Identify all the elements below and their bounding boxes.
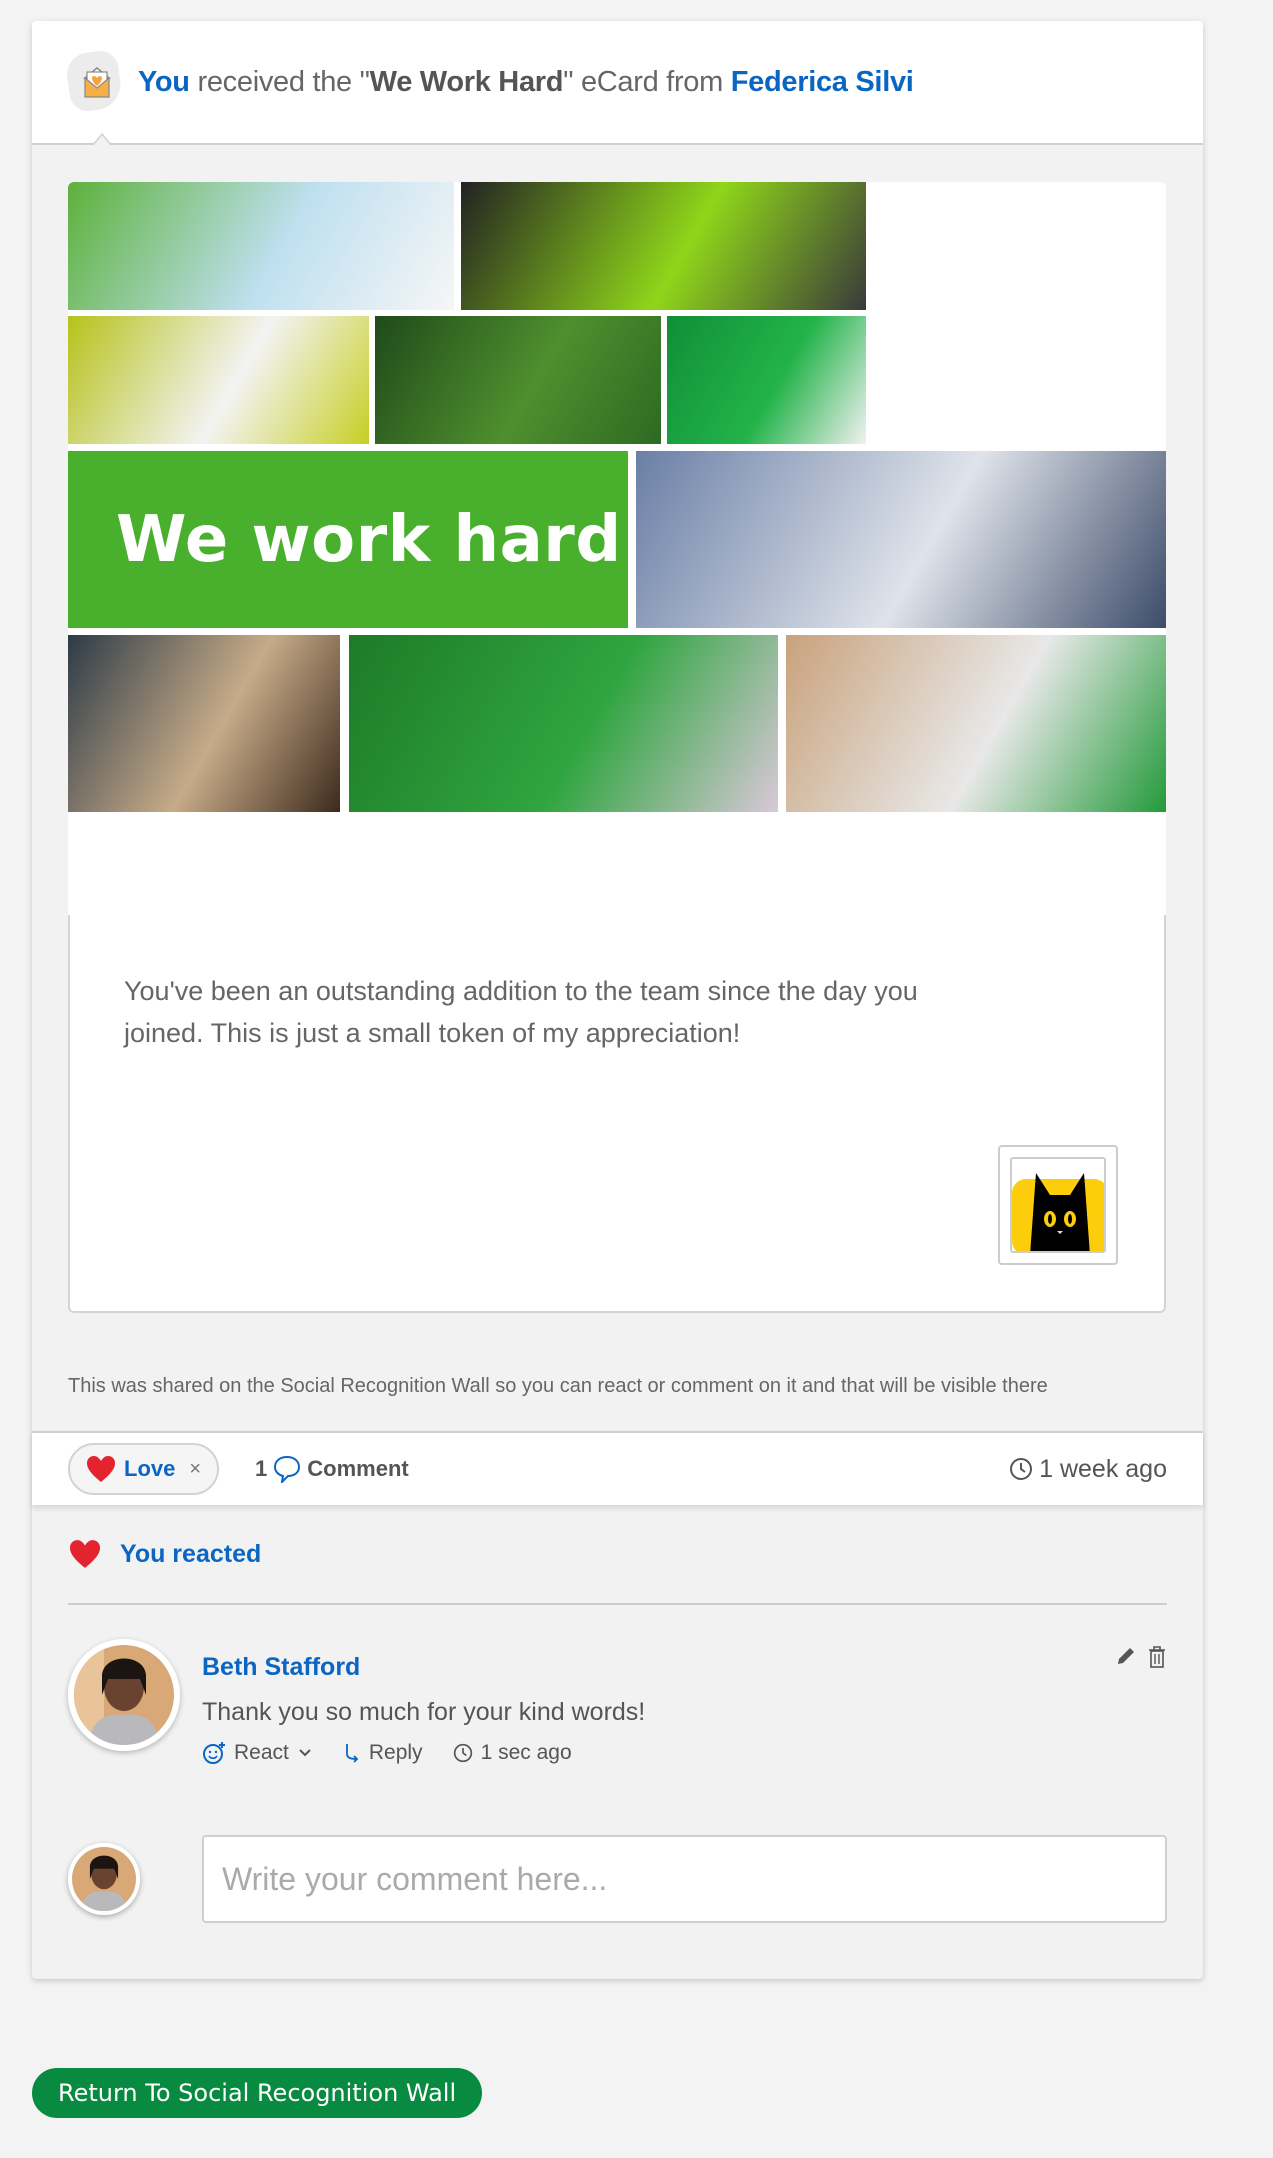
comment-count: 1 (255, 1456, 268, 1481)
chevron-down-icon[interactable] (297, 1745, 313, 1761)
speech-bubble-icon (274, 1455, 301, 1483)
heart-icon (87, 1456, 115, 1482)
comment-tools (1115, 1645, 1167, 1669)
commenter-avatar[interactable] (68, 1639, 180, 1751)
pencil-edit-icon[interactable] (1115, 1645, 1137, 1667)
banner-title: We work hard (116, 502, 622, 577)
current-user-avatar (68, 1843, 140, 1915)
post-timestamp: 1 week ago (1009, 1455, 1167, 1484)
love-reaction-button[interactable]: Love × (68, 1443, 220, 1495)
sender-link[interactable]: Federica Silvi (731, 66, 914, 98)
photo-woman-writing-whiteboard (68, 182, 454, 310)
envelope-heart-icon (64, 48, 124, 114)
you-reacted-row: You reacted (68, 1505, 1167, 1605)
photo-man-at-desk-headphones (461, 182, 866, 310)
comment-author[interactable]: Beth Stafford (202, 1653, 360, 1681)
sticker-frame (998, 1145, 1118, 1265)
comment-label: Comment (307, 1456, 409, 1481)
wall-share-note: This was shared on the Social Recognitio… (68, 1375, 1048, 1397)
ecard-message: You've been an outstanding addition to t… (124, 976, 918, 1048)
photo-overhead-team-meeting (68, 316, 369, 444)
heart-icon (70, 1540, 100, 1568)
comment-count-button[interactable]: 1 Comment (255, 1455, 409, 1483)
photo-office-with-plants (375, 316, 661, 444)
ecard-photo-collage: We work hard (68, 182, 1166, 915)
post-header: You received the "We Work Hard" eCard fr… (32, 21, 1203, 145)
post-title: You received the "We Work Hard" eCard fr… (138, 65, 914, 98)
reply-button[interactable]: Reply (369, 1741, 423, 1765)
add-reaction-icon[interactable] (202, 1741, 226, 1765)
comment-actions: React Reply 1 sec ago (202, 1741, 645, 1765)
header-pointer (92, 133, 112, 145)
photo-open-plan-office (636, 451, 1166, 628)
ecard-name: We Work Hard (369, 65, 564, 98)
return-to-wall-button[interactable]: Return To Social Recognition Wall (32, 2068, 483, 2118)
comments-section: You reacted Beth Stafford Thank you so m… (32, 1505, 1203, 1979)
photo-thinking-man (349, 635, 778, 812)
comment-timestamp: 1 sec ago (480, 1741, 572, 1764)
remove-reaction-icon[interactable]: × (189, 1458, 201, 1481)
trash-delete-icon[interactable] (1147, 1645, 1167, 1669)
photo-women-at-computers (786, 635, 1166, 812)
love-label: Love (124, 1456, 176, 1481)
reply-arrow-icon[interactable] (343, 1742, 361, 1764)
you-reacted-label[interactable]: You reacted (120, 1540, 261, 1569)
photo-dachshund-in-office (68, 635, 340, 812)
comment-item: Beth Stafford Thank you so much for your… (68, 1605, 1167, 1805)
reaction-bar: Love × 1 Comment 1 week ago (32, 1431, 1203, 1505)
ecard-banner: We work hard (68, 451, 628, 628)
you-link[interactable]: You (138, 66, 190, 98)
ecard-message-box: You've been an outstanding addition to t… (68, 915, 1166, 1313)
black-cat-sticker-icon (1010, 1157, 1106, 1253)
clock-icon (453, 1743, 472, 1763)
comment-input[interactable] (202, 1835, 1167, 1923)
photo-pair-working-green-booth (667, 316, 866, 444)
ecard-body: We work hard You've been an outstanding … (32, 182, 1203, 1399)
ecard-post: You received the "We Work Hard" eCard fr… (32, 21, 1203, 1979)
comment-text: Thank you so much for your kind words! (202, 1698, 646, 1726)
comment-composer (68, 1835, 1167, 1923)
react-button[interactable]: React (234, 1741, 289, 1765)
comment-content: Beth Stafford Thank you so much for your… (202, 1639, 645, 1805)
clock-icon (1010, 1458, 1033, 1480)
